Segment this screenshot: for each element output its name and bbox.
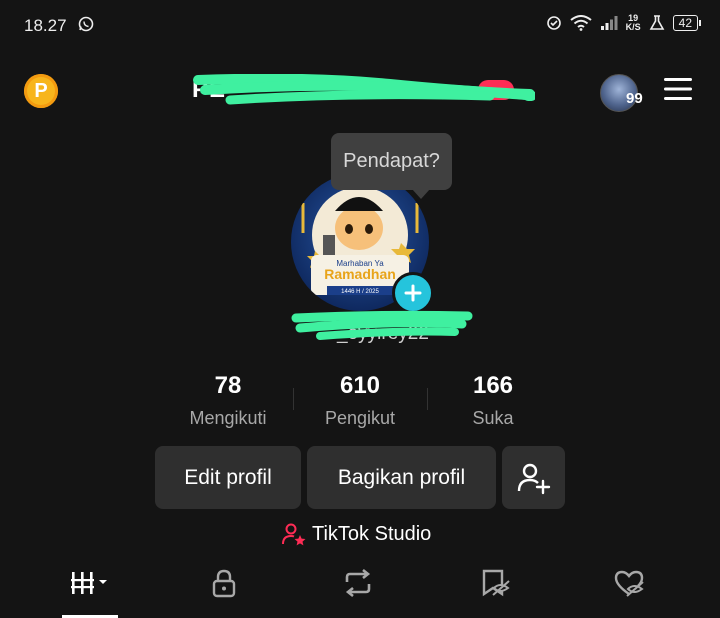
stat-likes-value: 166 [472, 372, 514, 399]
heart-hidden-icon [614, 570, 644, 597]
feedback-tooltip[interactable]: Pendapat? [331, 133, 452, 190]
flask-icon [649, 15, 665, 30]
reposts-tab[interactable] [334, 568, 382, 618]
creator-star-icon [282, 523, 306, 546]
add-friend-button[interactable] [502, 446, 565, 509]
battery-icon: 42 [672, 15, 702, 31]
bookmark-hidden-icon [482, 569, 510, 597]
stat-following-label: Mengikuti [189, 408, 267, 428]
tooltip-tail [412, 189, 430, 199]
stat-followers[interactable]: 610 Pengikut [290, 372, 430, 429]
data-saver-icon [546, 16, 561, 30]
whatsapp-icon [78, 16, 94, 32]
status-time: 18.27 [24, 16, 67, 35]
stat-followers-label: Pengikut [324, 408, 396, 428]
redaction-scribble [291, 310, 473, 340]
wifi-icon [570, 15, 592, 31]
favorites-tab[interactable] [470, 568, 520, 618]
stat-likes[interactable]: 166 Suka [423, 372, 563, 429]
repost-icon [345, 568, 371, 598]
tiktok-studio-link[interactable]: TikTok Studio [282, 522, 431, 546]
lock-icon [212, 569, 236, 598]
net-speed: 19 K/S [626, 14, 641, 32]
signal-icon [600, 16, 618, 30]
private-tab[interactable] [200, 568, 248, 618]
videos-tab[interactable] [62, 568, 118, 618]
edit-profile-button[interactable]: Edit profil [155, 446, 301, 509]
add-user-icon [517, 463, 550, 494]
notification-count: 99 [626, 90, 643, 107]
liked-tab[interactable] [605, 568, 655, 618]
redaction-scribble [193, 74, 535, 105]
avatar-caption-2: Ramadhan [324, 266, 396, 282]
avatar-caption-3: 1446 H / 2025 [341, 289, 379, 295]
video-grid-icon [71, 572, 107, 594]
menu-icon[interactable] [664, 78, 692, 100]
plus-icon [404, 284, 422, 302]
tiktok-studio-label: TikTok Studio [312, 522, 432, 545]
stat-followers-value: 610 [339, 372, 381, 399]
stat-likes-label: Suka [472, 408, 514, 428]
net-speed-unit: K/S [625, 22, 641, 32]
stat-following-value: 78 [214, 372, 242, 399]
coin-icon[interactable]: P [24, 74, 58, 108]
status-icons: 19 K/S 42 [546, 14, 702, 32]
add-story-button[interactable] [392, 272, 434, 314]
stat-following[interactable]: 78 Mengikuti [158, 372, 298, 429]
share-profile-button[interactable]: Bagikan profil [307, 446, 496, 509]
